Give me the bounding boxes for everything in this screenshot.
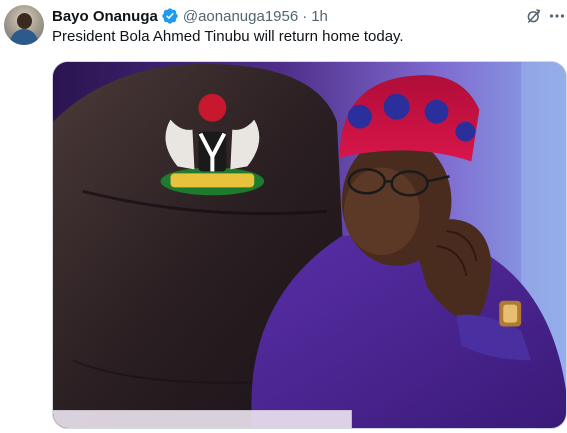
grok-icon[interactable] bbox=[525, 7, 543, 25]
avatar-body bbox=[10, 29, 38, 45]
tweet[interactable]: Bayo Onanuga @aonanuga1956 · 1h Presiden… bbox=[0, 0, 567, 433]
avatar[interactable] bbox=[4, 5, 44, 45]
tweet-text: President Bola Ahmed Tinubu will return … bbox=[52, 28, 404, 45]
separator-dot: · bbox=[302, 7, 308, 25]
author-name[interactable]: Bayo Onanuga bbox=[52, 8, 158, 25]
author-handle[interactable]: @aonanuga1956 bbox=[183, 8, 298, 25]
tweet-header: Bayo Onanuga @aonanuga1956 · 1h bbox=[52, 6, 328, 26]
tweet-media-photo[interactable] bbox=[52, 61, 567, 429]
avatar-head bbox=[17, 13, 32, 29]
verified-badge-icon[interactable] bbox=[161, 7, 179, 25]
timestamp[interactable]: 1h bbox=[311, 8, 328, 25]
more-options-icon[interactable] bbox=[549, 6, 565, 26]
